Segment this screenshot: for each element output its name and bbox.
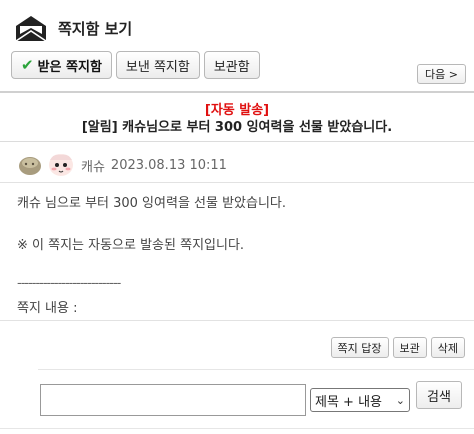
delete-button[interactable]: 삭제 [430, 337, 465, 358]
divider [0, 320, 474, 321]
divider [0, 182, 474, 183]
page-title: 쪽지함 보기 [58, 19, 133, 38]
search-input[interactable] [40, 384, 306, 416]
search-button[interactable]: 검색 [416, 381, 462, 409]
reply-button[interactable]: 쪽지 답장 [330, 337, 389, 358]
check-icon: ✔ [21, 56, 34, 74]
tab-archive[interactable]: 보관함 [203, 51, 260, 79]
sender-name[interactable]: 캐슈 [81, 156, 105, 175]
reply-content-label: 쪽지 내용 : [17, 301, 78, 316]
avatar [19, 154, 73, 176]
divider [0, 91, 474, 93]
sender-row: 캐슈 2023.08.13 10:11 [17, 152, 227, 178]
divider [0, 141, 474, 142]
message-separator: ---------------------------- [17, 276, 121, 291]
search-scope-select[interactable]: 제목 + 내용 ⌄ [310, 388, 410, 412]
tab-sent-label: 보낸 쪽지함 [125, 59, 190, 75]
divider [0, 428, 474, 429]
mailbox-tabs: ✔ 받은 쪽지함 보낸 쪽지함 보관함 [11, 51, 260, 79]
search-scope-value: 제목 + 내용 [315, 394, 382, 410]
tab-inbox[interactable]: ✔ 받은 쪽지함 [11, 51, 112, 79]
divider [38, 369, 474, 370]
next-button[interactable]: 다음 > [417, 64, 466, 84]
sent-timestamp: 2023.08.13 10:11 [110, 157, 227, 173]
message-heading: [자동 발송] [알림] 캐슈님으로 부터 300 잉여력을 선물 받았습니다. [0, 103, 474, 137]
message-title: [알림] 캐슈님으로 부터 300 잉여력을 선물 받았습니다. [81, 120, 393, 135]
tab-archive-label: 보관함 [213, 59, 250, 75]
chevron-down-icon: ⌄ [395, 393, 405, 407]
archive-button[interactable]: 보관 [392, 337, 427, 358]
tab-inbox-label: 받은 쪽지함 [37, 59, 102, 75]
tab-sent[interactable]: 보낸 쪽지함 [115, 51, 200, 79]
message-body-line: 캐슈 님으로 부터 300 잉여력을 선물 받았습니다. [17, 196, 287, 211]
page-header: 쪽지함 보기 [14, 12, 132, 44]
envelope-icon [15, 16, 47, 42]
message-body-line: ※ 이 쪽지는 자동으로 발송된 쪽지입니다. [17, 238, 245, 253]
auto-send-tag: [자동 발송] [204, 103, 270, 118]
message-actions: 쪽지 답장 보관 삭제 [330, 337, 465, 358]
